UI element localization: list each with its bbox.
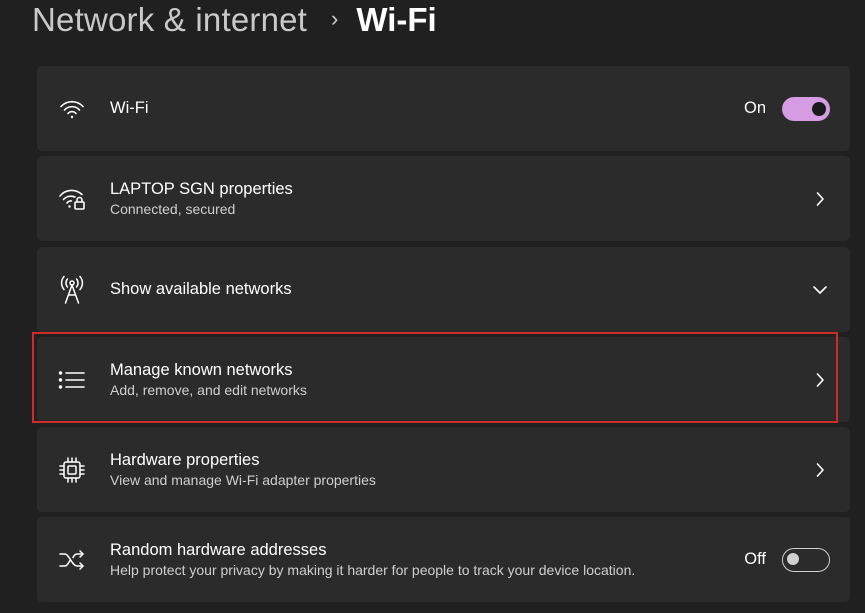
random-hardware-addresses-row[interactable]: Random hardware addresses Help protect y… xyxy=(37,517,850,602)
breadcrumb-network-internet[interactable]: Network & internet xyxy=(32,1,307,39)
wifi-toggle-state-label: On xyxy=(743,99,766,117)
wifi-toggle-row[interactable]: Wi-Fi On xyxy=(37,66,850,151)
toggle-knob xyxy=(812,101,826,116)
chevron-down-icon xyxy=(812,282,828,298)
wifi-toggle-switch[interactable] xyxy=(782,96,830,121)
wifi-settings-page: Network & internet › Wi-Fi Wi-Fi On LAPT… xyxy=(0,0,865,613)
show-available-networks-title: Show available networks xyxy=(110,280,292,298)
hardware-properties-subtitle: View and manage Wi-Fi adapter properties xyxy=(110,471,376,488)
random-addresses-toggle-switch[interactable] xyxy=(782,547,830,572)
toggle-knob xyxy=(787,553,799,565)
show-available-networks-text: Show available networks xyxy=(110,279,710,300)
network-properties-text: LAPTOP SGN properties Connected, secured xyxy=(110,179,710,219)
network-properties-title: LAPTOP SGN properties xyxy=(110,179,293,198)
hardware-properties-text: Hardware properties View and manage Wi-F… xyxy=(110,450,710,490)
manage-known-networks-row[interactable]: Manage known networks Add, remove, and e… xyxy=(37,337,850,422)
chevron-right-icon xyxy=(812,191,828,207)
random-hardware-addresses-text: Random hardware addresses Help protect y… xyxy=(110,540,680,580)
wifi-toggle-group: On xyxy=(743,96,830,121)
wifi-lock-icon xyxy=(57,184,87,214)
chip-icon xyxy=(57,455,87,485)
random-addresses-toggle-state-label: Off xyxy=(744,550,766,568)
wifi-text: Wi-Fi xyxy=(110,98,710,119)
manage-known-networks-title: Manage known networks xyxy=(110,360,293,379)
antenna-icon xyxy=(57,275,87,305)
hardware-properties-row[interactable]: Hardware properties View and manage Wi-F… xyxy=(37,427,850,512)
page-title: Wi-Fi xyxy=(356,1,437,38)
network-properties-subtitle: Connected, secured xyxy=(110,200,236,217)
shuffle-icon xyxy=(57,545,87,575)
list-icon xyxy=(57,365,87,395)
wifi-title: Wi-Fi xyxy=(110,99,149,117)
breadcrumb: Network & internet › Wi-Fi xyxy=(32,0,437,40)
manage-known-networks-subtitle: Add, remove, and edit networks xyxy=(110,381,307,398)
show-available-networks-row[interactable]: Show available networks xyxy=(37,247,850,332)
random-addresses-toggle-group: Off xyxy=(744,547,830,572)
breadcrumb-separator: › xyxy=(331,6,339,31)
chevron-right-icon xyxy=(812,372,828,388)
network-properties-row[interactable]: LAPTOP SGN properties Connected, secured xyxy=(37,156,850,241)
chevron-right-icon xyxy=(812,462,828,478)
manage-known-networks-text: Manage known networks Add, remove, and e… xyxy=(110,360,710,400)
random-hardware-addresses-subtitle: Help protect your privacy by making it h… xyxy=(110,561,636,578)
hardware-properties-title: Hardware properties xyxy=(110,450,260,469)
wifi-icon xyxy=(57,94,87,124)
random-hardware-addresses-title: Random hardware addresses xyxy=(110,540,327,559)
